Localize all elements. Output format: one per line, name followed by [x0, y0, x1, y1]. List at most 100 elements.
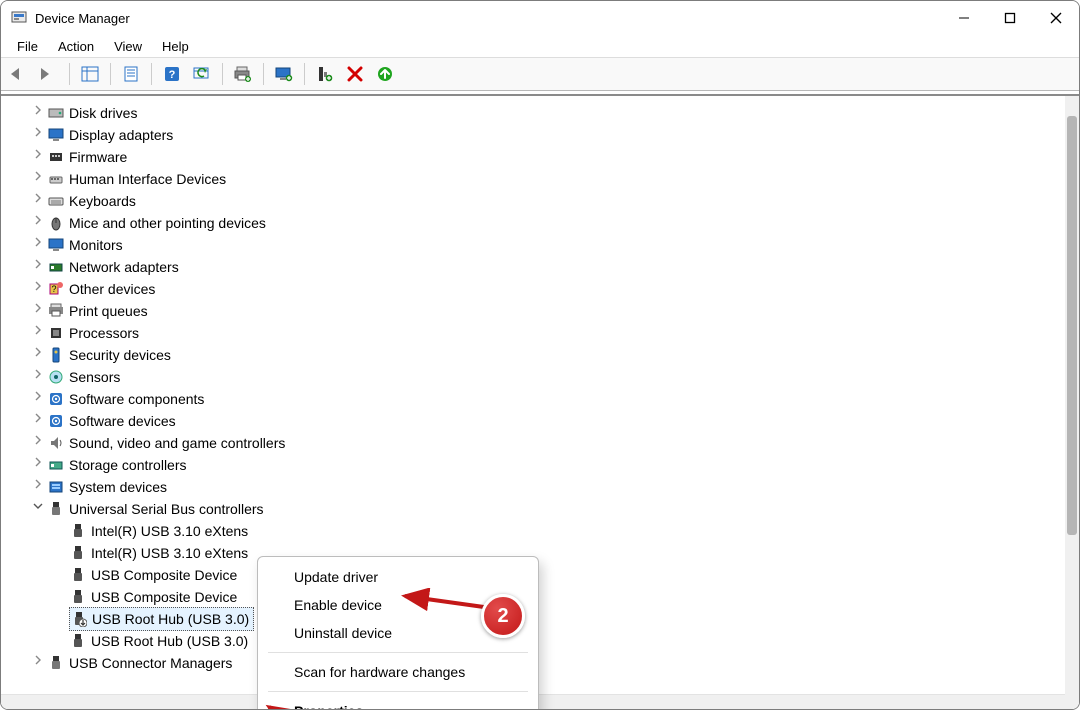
properties-icon[interactable]: [117, 61, 145, 87]
network-icon: [47, 258, 65, 276]
menu-view[interactable]: View: [104, 37, 152, 56]
update-driver-icon[interactable]: [371, 61, 399, 87]
ctx-update-driver[interactable]: Update driver: [258, 563, 538, 591]
menu-action[interactable]: Action: [48, 37, 104, 56]
expand-arrow-icon[interactable]: [31, 344, 45, 366]
tree-item[interactable]: Network adapters: [31, 256, 1061, 278]
minimize-button[interactable]: [941, 1, 987, 35]
tree-item-label: Human Interface Devices: [69, 168, 226, 190]
menu-help[interactable]: Help: [152, 37, 199, 56]
expand-arrow-icon[interactable]: [31, 102, 45, 124]
scan-icon[interactable]: [188, 61, 216, 87]
tree-item[interactable]: Mice and other pointing devices: [31, 212, 1061, 234]
tree-item-label: Sensors: [69, 366, 120, 388]
scrollbar-corner: [1065, 695, 1079, 709]
expand-arrow-icon[interactable]: [31, 146, 45, 168]
tree-item[interactable]: Security devices: [31, 344, 1061, 366]
expand-arrow-icon[interactable]: [31, 498, 45, 520]
tree-item[interactable]: Monitors: [31, 234, 1061, 256]
tree-item[interactable]: Sound, video and game controllers: [31, 432, 1061, 454]
expand-arrow-icon[interactable]: [31, 256, 45, 278]
tree-item[interactable]: Print queues: [31, 300, 1061, 322]
menubar: File Action View Help: [1, 35, 1079, 57]
disable-device-icon[interactable]: [341, 61, 369, 87]
toolbar-sep: [110, 63, 111, 85]
tree-item[interactable]: Storage controllers: [31, 454, 1061, 476]
tree-item[interactable]: Sensors: [31, 366, 1061, 388]
tree-item-label: Disk drives: [69, 102, 137, 124]
swdev-icon: [47, 412, 65, 430]
tree-item-label: USB Root Hub (USB 3.0): [92, 608, 249, 630]
expand-arrow-icon[interactable]: [31, 278, 45, 300]
usb-plug-icon: [69, 544, 87, 562]
tree-item[interactable]: ?Other devices: [31, 278, 1061, 300]
ctx-scan-hardware[interactable]: Scan for hardware changes: [258, 658, 538, 686]
tree-items: Disk drivesDisplay adaptersFirmwareHuman…: [31, 102, 1061, 498]
forward-button[interactable]: [35, 61, 63, 87]
tree-item-label: Software components: [69, 388, 204, 410]
system-icon: [47, 478, 65, 496]
help-icon[interactable]: ?: [158, 61, 186, 87]
titlebar: Device Manager: [1, 1, 1079, 35]
tree-item[interactable]: System devices: [31, 476, 1061, 498]
expand-arrow-icon[interactable]: [31, 234, 45, 256]
tree-item-usb-controllers[interactable]: Universal Serial Bus controllers: [31, 498, 1061, 520]
toolbar-sep: [304, 63, 305, 85]
tree-item-usb-device[interactable]: Intel(R) USB 3.10 eXtens: [53, 520, 1061, 542]
expand-arrow-icon[interactable]: [31, 190, 45, 212]
tree-item-usb-device[interactable]: USB Composite Device: [53, 564, 1061, 586]
expand-arrow-icon[interactable]: [31, 432, 45, 454]
keyboard-icon: [47, 192, 65, 210]
expand-arrow-icon[interactable]: [31, 212, 45, 234]
tree-item-label: Network adapters: [69, 256, 179, 278]
vertical-scrollbar[interactable]: [1065, 96, 1079, 695]
maximize-button[interactable]: [987, 1, 1033, 35]
enable-device-icon[interactable]: [311, 61, 339, 87]
expand-arrow-icon[interactable]: [31, 366, 45, 388]
tree-item[interactable]: Software devices: [31, 410, 1061, 432]
print-icon[interactable]: [229, 61, 257, 87]
tree-item[interactable]: Keyboards: [31, 190, 1061, 212]
usb-children: Intel(R) USB 3.10 eXtensIntel(R) USB 3.1…: [53, 520, 1061, 652]
menu-file[interactable]: File: [7, 37, 48, 56]
expand-arrow-icon[interactable]: [31, 652, 45, 674]
tree-item-usb-connector-managers[interactable]: USB Connector Managers: [31, 652, 1061, 674]
expand-arrow-icon[interactable]: [31, 388, 45, 410]
firmware-icon: [47, 148, 65, 166]
tree-item[interactable]: Human Interface Devices: [31, 168, 1061, 190]
ctx-properties[interactable]: Properties: [258, 697, 538, 710]
tree-item-label: Display adapters: [69, 124, 173, 146]
selected-item[interactable]: USB Root Hub (USB 3.0): [69, 607, 254, 631]
ctx-separator: [268, 691, 528, 692]
monitor-icon[interactable]: [270, 61, 298, 87]
mouse-icon: [47, 214, 65, 232]
display-icon: [47, 126, 65, 144]
expand-arrow-icon[interactable]: [31, 410, 45, 432]
tree-item[interactable]: Processors: [31, 322, 1061, 344]
show-tree-icon[interactable]: [76, 61, 104, 87]
scrollbar-thumb[interactable]: [1067, 116, 1077, 535]
tree-item[interactable]: Display adapters: [31, 124, 1061, 146]
usb-plug-icon: [69, 522, 87, 540]
ctx-separator: [268, 652, 528, 653]
expand-arrow-icon[interactable]: [31, 168, 45, 190]
tree-item[interactable]: Software components: [31, 388, 1061, 410]
back-button[interactable]: [5, 61, 33, 87]
expand-arrow-icon[interactable]: [31, 322, 45, 344]
tree-item[interactable]: Disk drives: [31, 102, 1061, 124]
expand-arrow-icon[interactable]: [31, 454, 45, 476]
tree-item-usb-device[interactable]: USB Composite Device: [53, 586, 1061, 608]
expand-arrow-icon[interactable]: [31, 124, 45, 146]
tree-item-usb-device[interactable]: USB Root Hub (USB 3.0): [53, 608, 1061, 630]
expand-arrow-icon[interactable]: [31, 300, 45, 322]
tree-item-label: Storage controllers: [69, 454, 187, 476]
tree-item-usb-device[interactable]: USB Root Hub (USB 3.0): [53, 630, 1061, 652]
sensor-icon: [47, 368, 65, 386]
tree-item-label: Intel(R) USB 3.10 eXtens: [91, 520, 248, 542]
close-button[interactable]: [1033, 1, 1079, 35]
tree-item-usb-device[interactable]: Intel(R) USB 3.10 eXtens: [53, 542, 1061, 564]
tree-item-label: USB Connector Managers: [69, 652, 232, 674]
tree-item-label: Intel(R) USB 3.10 eXtens: [91, 542, 248, 564]
expand-arrow-icon[interactable]: [31, 476, 45, 498]
tree-item[interactable]: Firmware: [31, 146, 1061, 168]
